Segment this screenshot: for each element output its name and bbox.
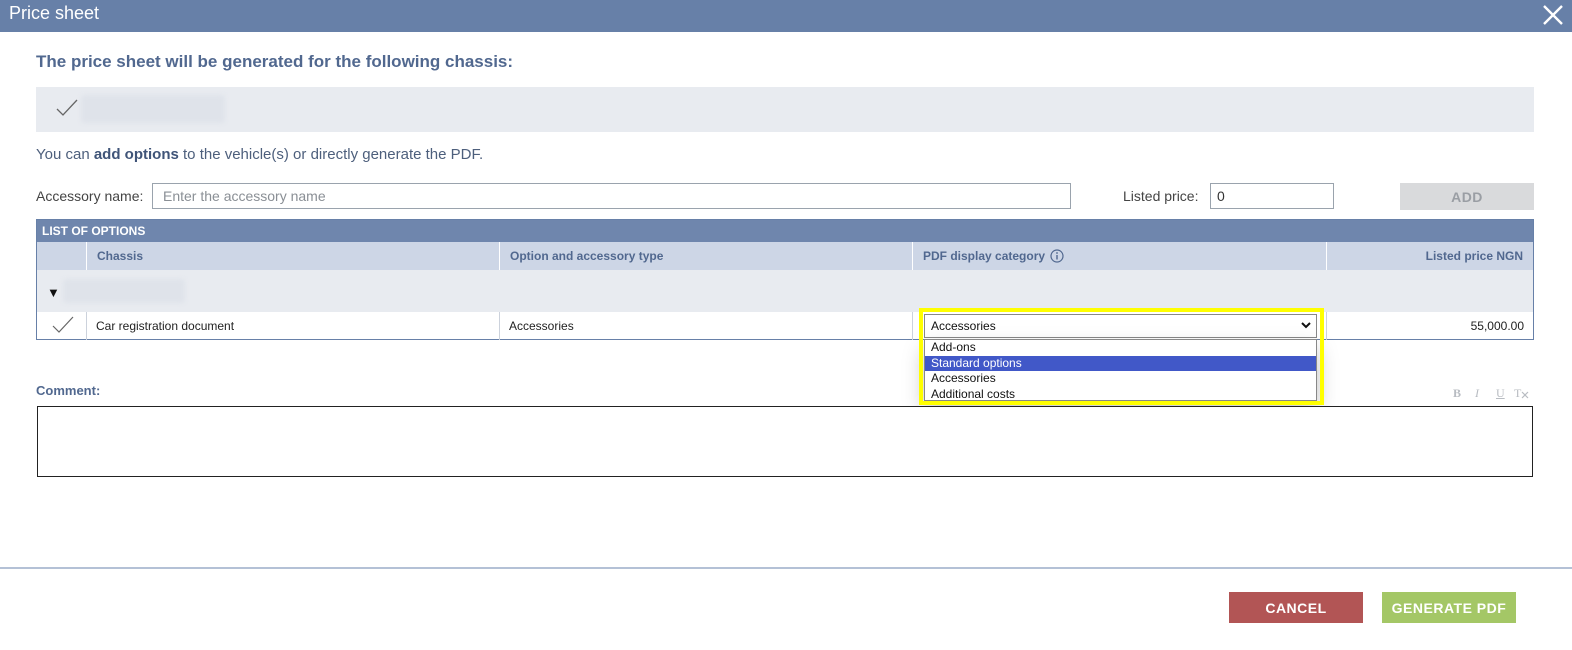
row-price-cell: 55,000.00 [1470, 319, 1524, 333]
redacted-group-id [63, 279, 185, 303]
comment-textarea[interactable] [37, 406, 1533, 477]
italic-format-button[interactable]: I [1475, 386, 1479, 401]
options-table-title: LIST OF OPTIONS [37, 220, 1533, 242]
generate-pdf-button[interactable]: GENERATE PDF [1382, 592, 1516, 623]
checkmark-icon [52, 316, 74, 333]
dropdown-option-accessories[interactable]: Accessories [925, 371, 1316, 387]
clear-format-button[interactable]: T [1514, 386, 1529, 401]
row-check-cell[interactable] [37, 312, 87, 340]
column-header-category-label: PDF display category [923, 249, 1046, 263]
window-titlebar: Price sheet [0, 0, 1572, 32]
category-dropdown-list: Add-ons Standard options Accessories Add… [924, 339, 1317, 401]
accessory-name-label: Accessory name: [36, 188, 144, 204]
cancel-button[interactable]: CANCEL [1229, 592, 1363, 623]
close-icon[interactable] [1540, 2, 1566, 28]
row-type-cell: Accessories [500, 312, 913, 340]
row-chassis-cell: Car registration document [87, 312, 500, 340]
column-header-chassis[interactable]: Chassis [87, 242, 500, 270]
footer-divider [0, 567, 1572, 569]
comment-label: Comment: [36, 383, 101, 398]
column-header-price[interactable]: Listed price NGN [1327, 242, 1533, 270]
add-button[interactable]: ADD [1400, 183, 1534, 210]
column-header-type[interactable]: Option and accessory type [500, 242, 913, 270]
info-icon[interactable] [1050, 249, 1064, 263]
listed-price-label: Listed price: [1123, 188, 1199, 204]
column-header-category[interactable]: PDF display category [913, 242, 1327, 270]
category-select-value: Accessories [931, 319, 996, 333]
page-heading: The price sheet will be generated for th… [36, 52, 514, 71]
dropdown-option-standard-options[interactable]: Standard options [925, 355, 1316, 371]
category-select[interactable]: Accessories [924, 314, 1317, 338]
accessory-name-input[interactable] [152, 183, 1071, 209]
column-header-select [37, 242, 87, 270]
chassis-group-row[interactable]: ▼ [37, 270, 1533, 312]
clear-format-label: T [1514, 386, 1522, 400]
redacted-chassis-id [81, 95, 225, 123]
dropdown-option-additional-costs[interactable]: Additional costs [925, 387, 1316, 403]
bold-format-button[interactable]: B [1453, 386, 1461, 401]
checkmark-icon [55, 98, 79, 118]
window-title: Price sheet [9, 3, 100, 23]
underline-format-button[interactable]: U [1496, 386, 1505, 401]
clear-format-icon [1521, 391, 1529, 399]
dropdown-option-add-ons[interactable]: Add-ons [925, 340, 1316, 356]
chassis-summary-bar [36, 87, 1534, 132]
collapse-triangle-icon[interactable]: ▼ [47, 285, 60, 300]
chevron-down-icon [1300, 317, 1312, 336]
intro-text: You can add options to the vehicle(s) or… [36, 146, 484, 163]
listed-price-input[interactable] [1210, 183, 1334, 209]
